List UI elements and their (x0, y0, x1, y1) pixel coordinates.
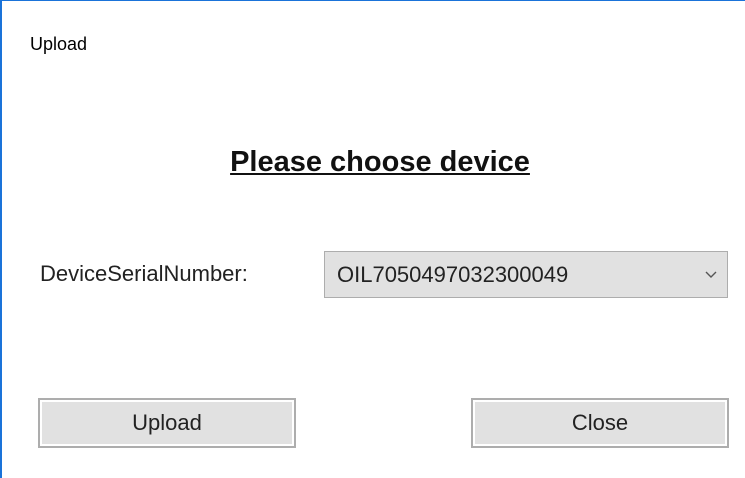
upload-button[interactable]: Upload (38, 398, 296, 448)
page-heading: Please choose device (230, 146, 530, 178)
window-frame-top (0, 0, 745, 1)
window-title: Upload (30, 34, 88, 54)
close-button[interactable]: Close (471, 398, 729, 448)
chevron-down-icon (705, 271, 717, 278)
device-serial-select[interactable]: OIL7050497032300049 (324, 251, 728, 298)
upload-dialog: Upload Please choose device DeviceSerial… (0, 0, 745, 478)
device-serial-label: DeviceSerialNumber: (40, 261, 248, 286)
device-serial-value: OIL7050497032300049 (337, 262, 569, 287)
window-frame-left (0, 0, 2, 478)
